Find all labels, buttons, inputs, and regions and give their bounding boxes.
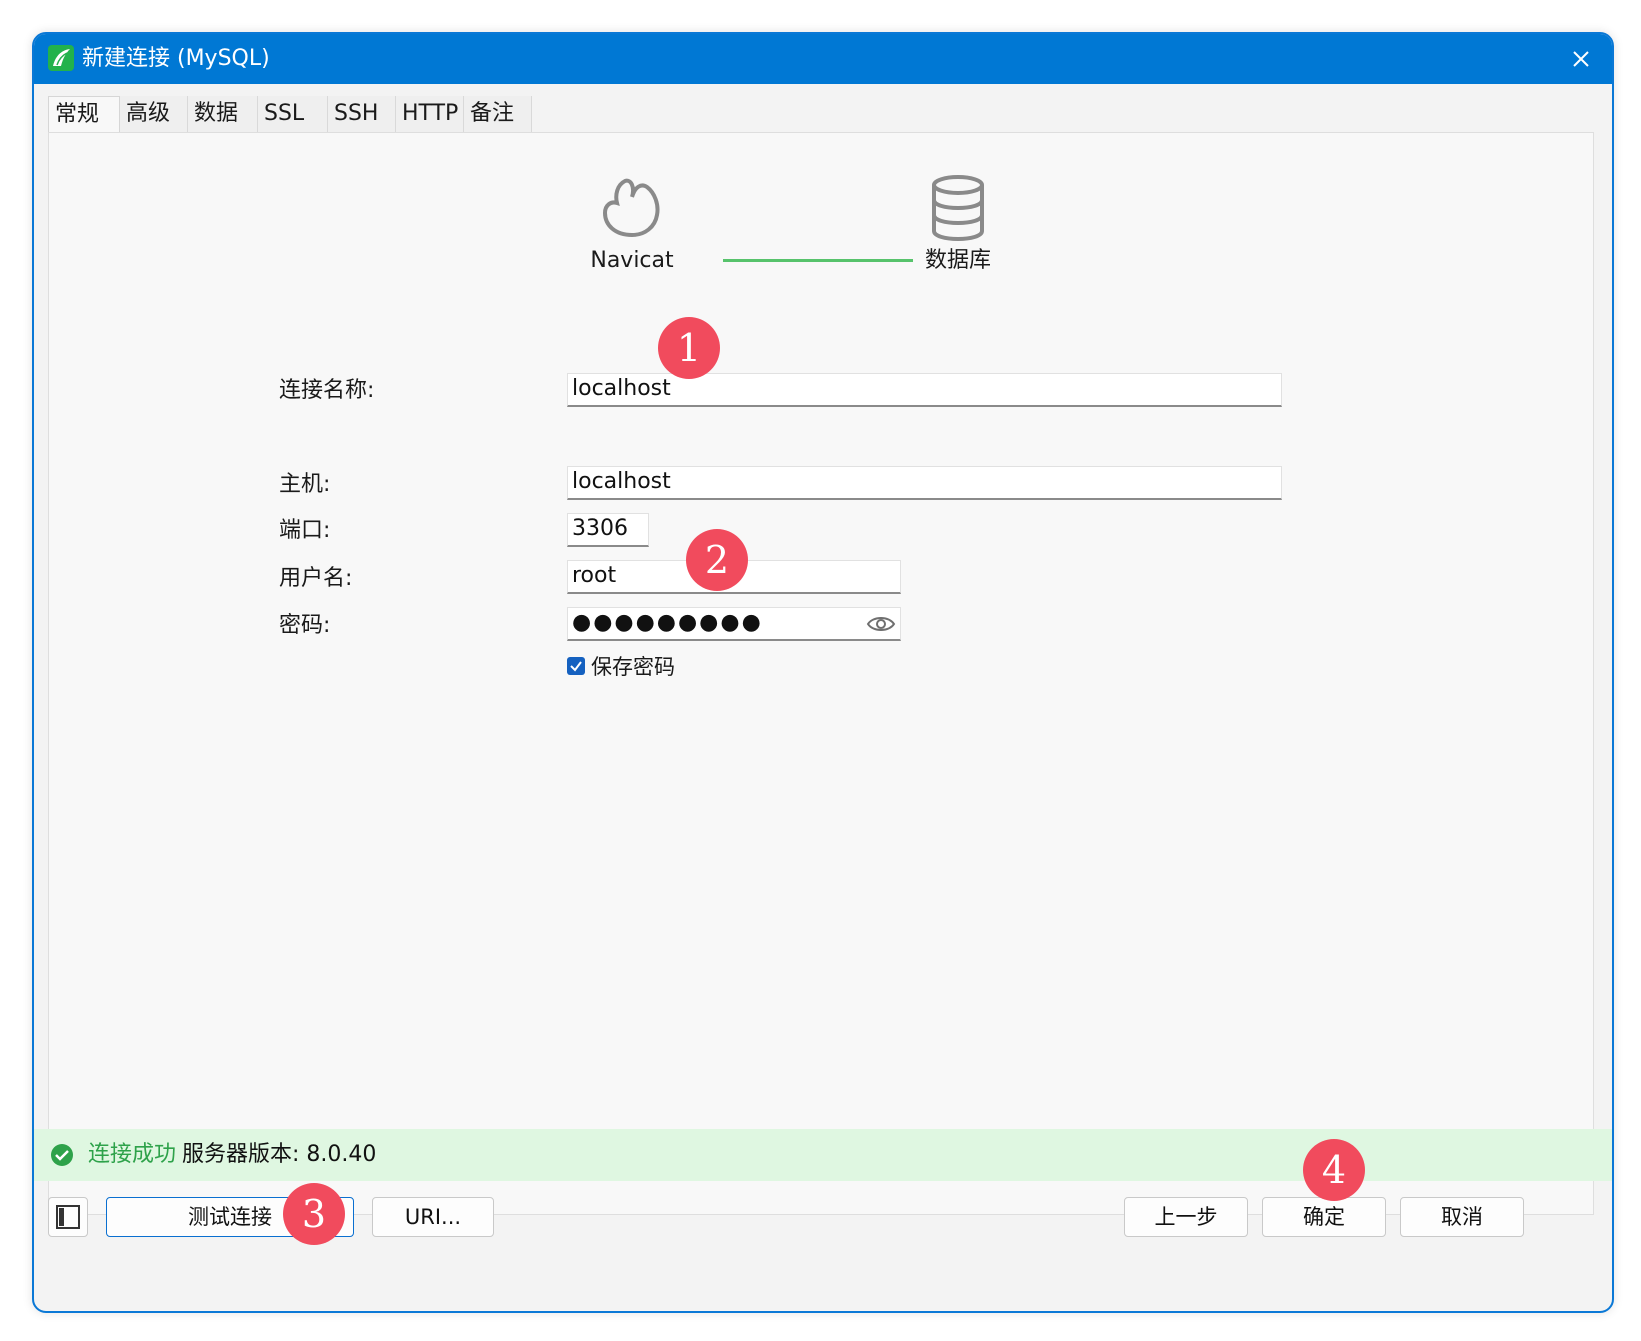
general-panel: Navicat 数据库 连接名称: localhost 主机: localhos…: [48, 132, 1594, 1215]
status-bar: 连接成功 服务器版本: 8.0.40: [34, 1129, 1612, 1181]
check-circle-icon: [51, 1144, 73, 1166]
close-icon[interactable]: [1564, 42, 1598, 76]
database-node: 数据库: [905, 173, 1011, 275]
database-label: 数据库: [924, 248, 991, 273]
back-button[interactable]: 上一步: [1124, 1197, 1248, 1237]
new-connection-dialog: 新建连接 (MySQL) 常规 高级 数据库 SSL SSH HTTP 备注 N…: [32, 32, 1614, 1313]
tab-ssl[interactable]: SSL: [258, 96, 328, 132]
tab-http[interactable]: HTTP: [396, 96, 464, 132]
tab-ssh[interactable]: SSH: [328, 96, 396, 132]
connection-success-text: 连接成功: [88, 1142, 177, 1167]
annotation-badge-3: 3: [283, 1183, 345, 1245]
password-label: 密码:: [279, 613, 331, 638]
connection-name-label: 连接名称:: [279, 378, 375, 403]
port-input[interactable]: 3306: [567, 513, 649, 547]
annotation-badge-1: 1: [658, 317, 720, 379]
sidebar-icon: [56, 1205, 80, 1229]
window-title: 新建连接 (MySQL): [82, 46, 270, 71]
annotation-badge-4: 4: [1303, 1139, 1365, 1201]
navicat-label: Navicat: [590, 248, 674, 273]
tab-advanced[interactable]: 高级: [120, 96, 188, 132]
ok-button[interactable]: 确定: [1262, 1197, 1386, 1237]
annotation-badge-2: 2: [686, 529, 748, 591]
title-bar: 新建连接 (MySQL): [34, 34, 1612, 84]
save-password-label: 保存密码: [591, 655, 675, 679]
uri-button[interactable]: URI...: [372, 1197, 494, 1237]
database-icon: [932, 175, 984, 242]
host-input[interactable]: localhost: [567, 466, 1282, 500]
password-value: ●●●●●●●●●: [572, 610, 763, 635]
password-input[interactable]: ●●●●●●●●●: [567, 607, 901, 641]
tab-general[interactable]: 常规: [48, 96, 120, 134]
host-label: 主机:: [279, 472, 331, 497]
port-label: 端口:: [279, 518, 331, 543]
navicat-app-icon: [48, 45, 74, 71]
connection-name-input[interactable]: localhost: [567, 373, 1282, 407]
server-version-text: 服务器版本: 8.0.40: [182, 1142, 377, 1167]
username-label: 用户名:: [279, 566, 353, 591]
sidebar-toggle-button[interactable]: [48, 1197, 88, 1237]
connection-line: [723, 259, 913, 262]
tab-database[interactable]: 数据库: [188, 96, 258, 162]
navicat-logo-icon: [602, 178, 660, 238]
navicat-node: Navicat: [579, 173, 685, 275]
tab-notes[interactable]: 备注: [464, 96, 532, 132]
save-password-checkbox[interactable]: [567, 657, 585, 675]
cancel-button[interactable]: 取消: [1400, 1197, 1524, 1237]
eye-icon[interactable]: [866, 610, 896, 638]
